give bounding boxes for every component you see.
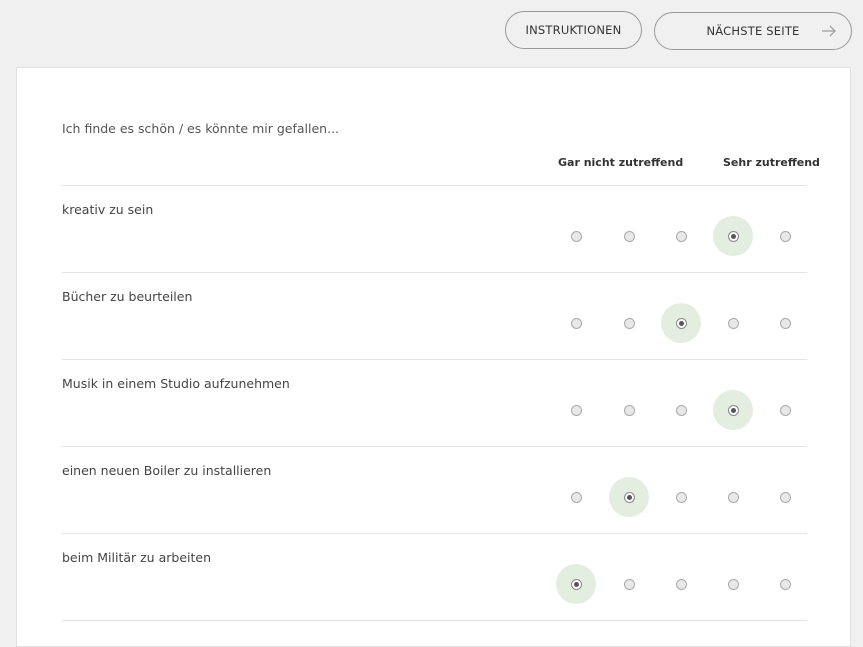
instructions-button[interactable]: INSTRUKTIONEN — [505, 11, 642, 49]
radio-unchecked-icon — [727, 491, 739, 503]
radio-checked-icon — [727, 404, 739, 416]
scale-max-label: Sehr zutreffend — [723, 156, 820, 169]
rating-option-5[interactable] — [765, 477, 805, 517]
survey-item-label: Musik in einem Studio aufzunehmen — [62, 376, 290, 391]
rating-option-5[interactable] — [765, 390, 805, 430]
rating-option-2[interactable] — [609, 390, 649, 430]
rating-option-4[interactable] — [713, 477, 753, 517]
rating-option-2[interactable] — [609, 477, 649, 517]
rating-option-5[interactable] — [765, 564, 805, 604]
radio-unchecked-icon — [570, 317, 582, 329]
radio-checked-icon — [570, 578, 582, 590]
rating-option-4[interactable] — [713, 303, 753, 343]
rating-option-1[interactable] — [556, 303, 596, 343]
radio-unchecked-icon — [675, 491, 687, 503]
radio-unchecked-icon — [623, 230, 635, 242]
rating-option-3[interactable] — [661, 564, 701, 604]
rating-option-4[interactable] — [713, 564, 753, 604]
radio-unchecked-icon — [675, 230, 687, 242]
rating-option-1[interactable] — [556, 216, 596, 256]
radio-checked-icon — [727, 230, 739, 242]
survey-item: Bücher zu beurteilen — [62, 273, 807, 360]
rating-option-4[interactable] — [713, 390, 753, 430]
questionnaire-card: Ich finde es schön / es könnte mir gefal… — [16, 67, 851, 647]
radio-unchecked-icon — [570, 230, 582, 242]
radio-checked-icon — [675, 317, 687, 329]
rating-option-1[interactable] — [556, 390, 596, 430]
radio-unchecked-icon — [779, 317, 791, 329]
rating-option-3[interactable] — [661, 477, 701, 517]
radio-unchecked-icon — [675, 404, 687, 416]
survey-item: beim Militär zu arbeiten — [62, 534, 807, 621]
arrow-right-icon — [822, 25, 836, 37]
rating-option-2[interactable] — [609, 564, 649, 604]
radio-unchecked-icon — [675, 578, 687, 590]
survey-item-label: beim Militär zu arbeiten — [62, 550, 211, 565]
rating-option-1[interactable] — [556, 477, 596, 517]
rating-option-2[interactable] — [609, 216, 649, 256]
radio-unchecked-icon — [570, 491, 582, 503]
instructions-button-label: INSTRUKTIONEN — [525, 23, 622, 37]
survey-item: Musik in einem Studio aufzunehmen — [62, 360, 807, 447]
radio-unchecked-icon — [779, 578, 791, 590]
survey-item-label: kreativ zu sein — [62, 202, 154, 217]
rating-option-3[interactable] — [661, 216, 701, 256]
radio-unchecked-icon — [623, 404, 635, 416]
rating-option-3[interactable] — [661, 390, 701, 430]
radio-unchecked-icon — [779, 404, 791, 416]
radio-unchecked-icon — [779, 230, 791, 242]
next-page-button[interactable]: NÄCHSTE SEITE — [654, 12, 852, 50]
radio-unchecked-icon — [623, 578, 635, 590]
radio-unchecked-icon — [727, 578, 739, 590]
rating-option-3[interactable] — [661, 303, 701, 343]
radio-unchecked-icon — [623, 317, 635, 329]
survey-item: einen neuen Boiler zu installieren — [62, 447, 807, 534]
next-page-button-label: NÄCHSTE SEITE — [706, 24, 800, 38]
rating-option-4[interactable] — [713, 216, 753, 256]
radio-unchecked-icon — [570, 404, 582, 416]
radio-unchecked-icon — [779, 491, 791, 503]
scale-min-label: Gar nicht zutreffend — [558, 156, 684, 169]
rating-option-1[interactable] — [556, 564, 596, 604]
rating-option-5[interactable] — [765, 216, 805, 256]
survey-item-label: einen neuen Boiler zu installieren — [62, 463, 272, 478]
survey-item-label: Bücher zu beurteilen — [62, 289, 193, 304]
radio-checked-icon — [623, 491, 635, 503]
top-toolbar: INSTRUKTIONEN NÄCHSTE SEITE — [0, 0, 863, 67]
question-intro: Ich finde es schön / es könnte mir gefal… — [62, 121, 340, 136]
survey-item: kreativ zu sein — [62, 186, 807, 273]
rating-option-2[interactable] — [609, 303, 649, 343]
radio-unchecked-icon — [727, 317, 739, 329]
rating-option-5[interactable] — [765, 303, 805, 343]
